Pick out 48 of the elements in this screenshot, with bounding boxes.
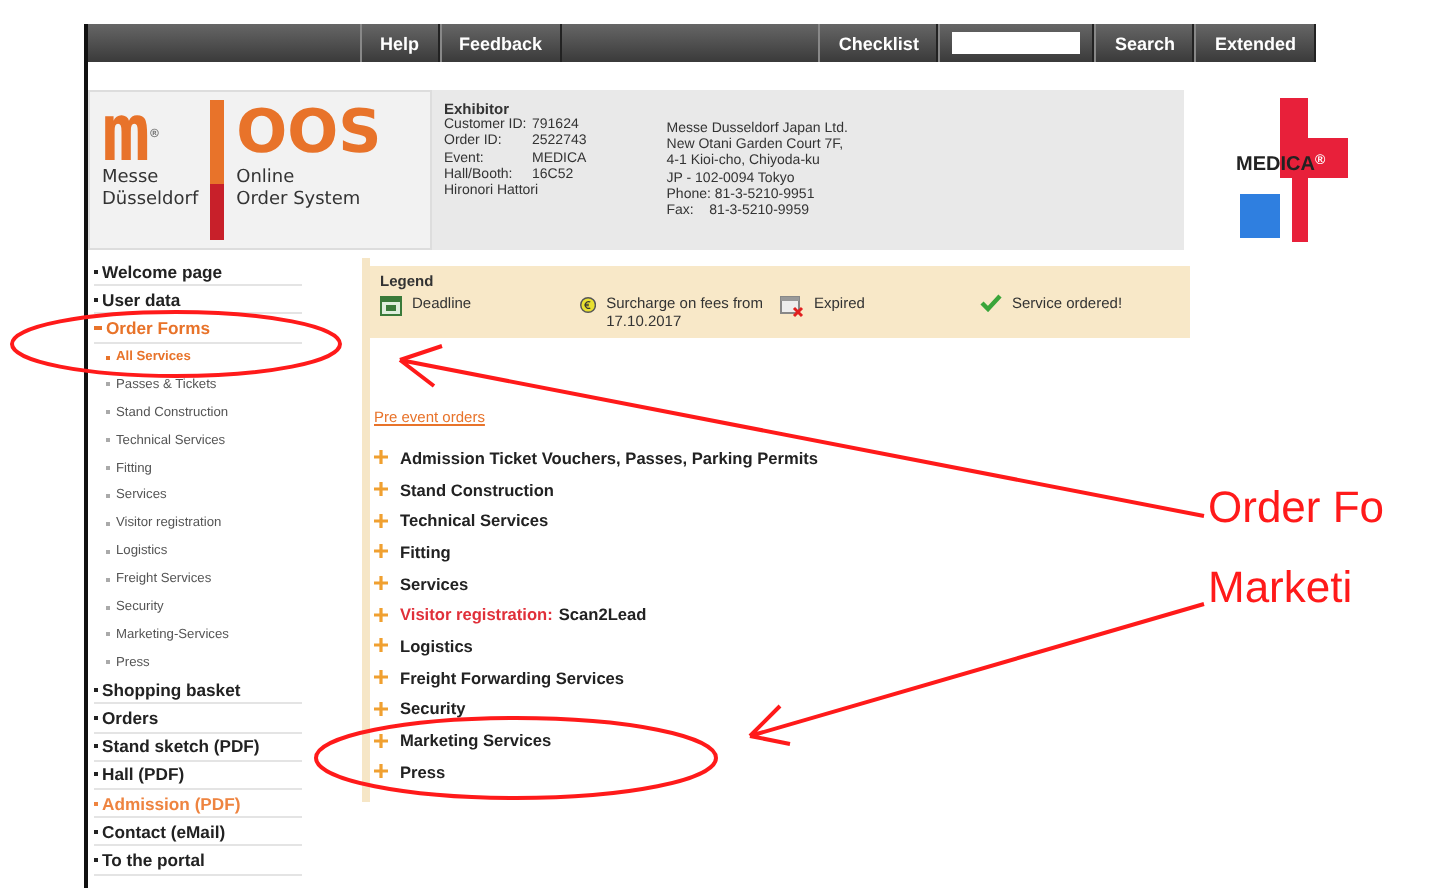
plus-icon xyxy=(374,482,388,497)
sidebar-item[interactable]: Shopping basket xyxy=(94,676,302,705)
logo-text: Online xyxy=(236,168,297,190)
sidebar-item[interactable]: To the portal xyxy=(94,846,302,876)
calendar-cross-icon xyxy=(780,294,804,318)
order-group-link[interactable]: Freight Forwarding Services xyxy=(370,661,1210,693)
order-group-link[interactable]: Visitor registration: Scan2Lead xyxy=(370,598,1210,631)
plus-icon xyxy=(374,638,388,653)
order-group-link[interactable]: Stand Construction xyxy=(370,473,1210,505)
order-group-link[interactable]: Admission Ticket Vouchers, Passes, Parking Permits xyxy=(370,442,1210,474)
logo-text: Order System xyxy=(236,190,363,212)
annotation-text: Order Fo xyxy=(1208,484,1385,532)
sidebar-item[interactable]: Contact (eMail) xyxy=(94,818,302,847)
annotation-text: Marketi xyxy=(1208,564,1353,612)
search-field[interactable] xyxy=(952,32,1081,54)
logo-mark: OOS xyxy=(236,100,382,168)
order-group-link[interactable]: Services xyxy=(370,567,1210,599)
calendar-icon xyxy=(380,294,402,316)
plus-icon xyxy=(374,764,388,779)
order-group-link[interactable]: Logistics xyxy=(370,630,1210,662)
plus-icon xyxy=(374,513,388,528)
plus-icon xyxy=(374,607,388,622)
plus-icon xyxy=(374,701,388,716)
nav-link[interactable]: Feedback xyxy=(439,24,563,62)
logo-text: Düsseldorf xyxy=(102,190,199,212)
extended-search-link[interactable]: Extended xyxy=(1194,24,1316,62)
sidebar-item[interactable]: Stand sketch (PDF) xyxy=(94,733,302,762)
search-link[interactable]: Search xyxy=(1094,24,1195,62)
plus-icon xyxy=(374,670,388,685)
order-group-link[interactable]: Security xyxy=(370,693,1210,725)
order-group-link[interactable]: Fitting xyxy=(370,536,1210,568)
plus-icon xyxy=(374,544,388,559)
sidebar-item[interactable]: Welcome page xyxy=(94,258,302,287)
plus-icon xyxy=(374,733,388,748)
sidebar-item[interactable]: Hall (PDF) xyxy=(94,761,302,790)
plus-icon xyxy=(374,450,388,465)
checklist-link[interactable]: Checklist xyxy=(818,24,939,62)
sidebar-item[interactable]: User data xyxy=(94,286,302,315)
sidebar-item[interactable]: Orders xyxy=(94,704,302,734)
euro-coin-icon xyxy=(580,294,597,316)
logo-bar xyxy=(210,100,225,240)
logo-text: Messe xyxy=(102,168,161,190)
order-group-link[interactable]: Press xyxy=(370,755,1210,788)
checkmark-icon xyxy=(980,294,1002,312)
order-group-link[interactable]: Marketing Services xyxy=(370,724,1210,756)
nav-link[interactable]: Help xyxy=(360,24,440,62)
order-group-link[interactable]: Technical Services xyxy=(370,504,1210,537)
plus-icon xyxy=(374,576,388,591)
